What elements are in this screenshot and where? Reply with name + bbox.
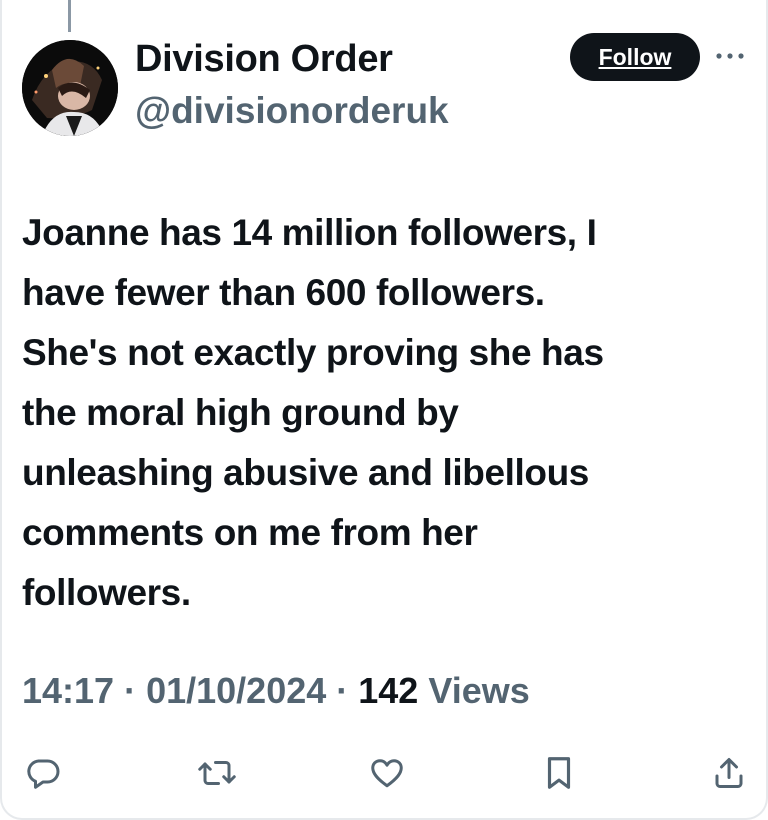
tweet-text-line: followers.: [22, 572, 191, 613]
tweet-text-line: the moral high ground by: [22, 392, 459, 433]
tweet-date[interactable]: 01/10/2024: [146, 670, 326, 711]
tweet-text-line: Joanne has 14 million followers, I: [22, 212, 597, 253]
like-icon: [371, 759, 403, 788]
views-label: Views: [418, 670, 530, 711]
views-count: 142: [358, 670, 419, 711]
avatar-image: [22, 40, 118, 136]
tweet-card: Division Order @divisionorderuk Follow J…: [0, 0, 768, 820]
tweet-text: Joanne has 14 million followers, I have …: [22, 203, 752, 623]
more-horizontal-icon: [716, 53, 744, 59]
follow-button[interactable]: Follow: [570, 33, 700, 81]
tweet-text-line: unleashing abusive and libellous: [22, 452, 589, 493]
bookmark-button[interactable]: [534, 748, 584, 798]
retweet-icon: [198, 761, 236, 785]
more-options-button[interactable]: [710, 40, 750, 72]
tweet-metadata: 14:17 · 01/10/2024 · 142 Views: [22, 670, 530, 712]
tweet-text-line: She's not exactly proving she has: [22, 332, 604, 373]
reply-icon: [27, 759, 60, 789]
like-button[interactable]: [362, 748, 412, 798]
author-handle[interactable]: @divisionorderuk: [135, 90, 449, 132]
tweet-time[interactable]: 14:17: [22, 670, 114, 711]
bookmark-icon: [547, 757, 571, 789]
meta-separator: ·: [114, 670, 147, 711]
author-display-name[interactable]: Division Order: [135, 38, 393, 81]
tweet-action-bar: [2, 748, 768, 798]
tweet-text-line: have fewer than 600 followers.: [22, 272, 545, 313]
avatar[interactable]: [22, 40, 118, 136]
share-button[interactable]: [704, 748, 754, 798]
tweet-text-line: comments on me from her: [22, 512, 478, 553]
retweet-button[interactable]: [192, 748, 242, 798]
thread-connector-line: [68, 0, 71, 32]
meta-separator: ·: [326, 670, 359, 711]
share-icon: [715, 758, 743, 788]
reply-button[interactable]: [18, 748, 68, 798]
